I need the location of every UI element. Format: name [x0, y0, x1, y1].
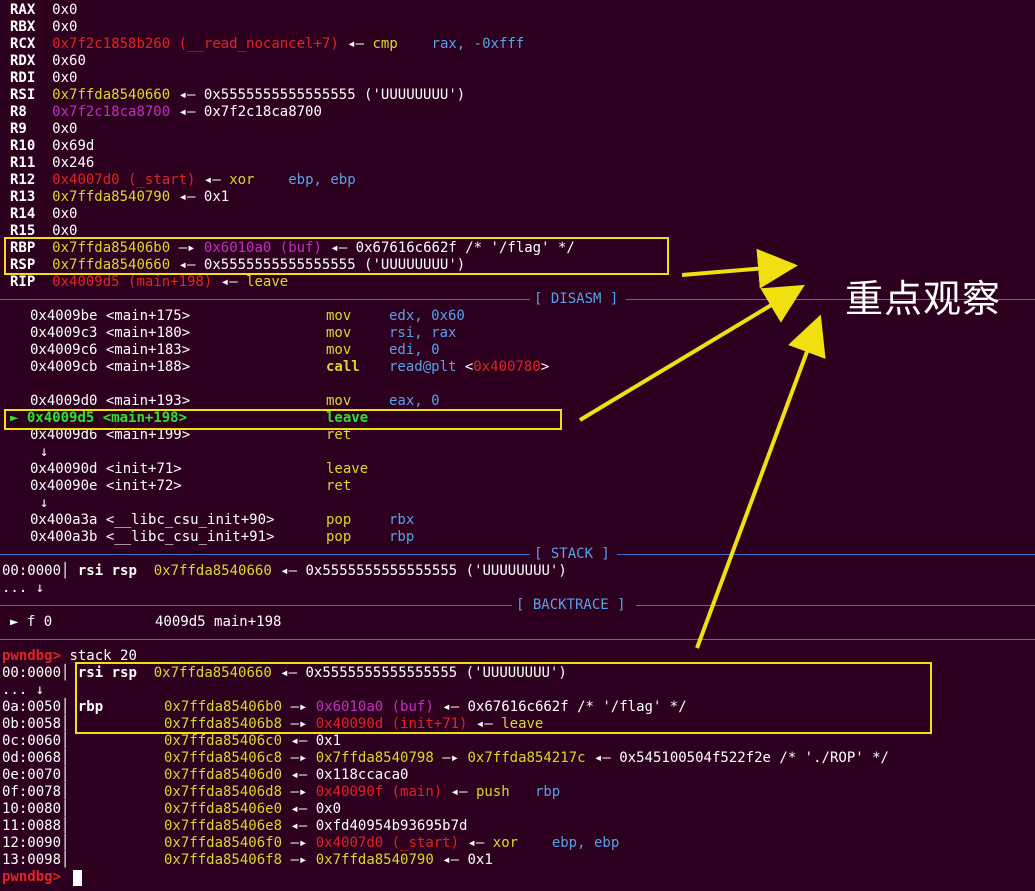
arrow-from-stack: [695, 314, 826, 649]
arrow-from-instruction: [578, 284, 805, 422]
annotation-label: 重点观察: [845, 277, 1002, 321]
arrow-to-registers: [681, 248, 798, 289]
annotation-arrows: [578, 248, 826, 649]
